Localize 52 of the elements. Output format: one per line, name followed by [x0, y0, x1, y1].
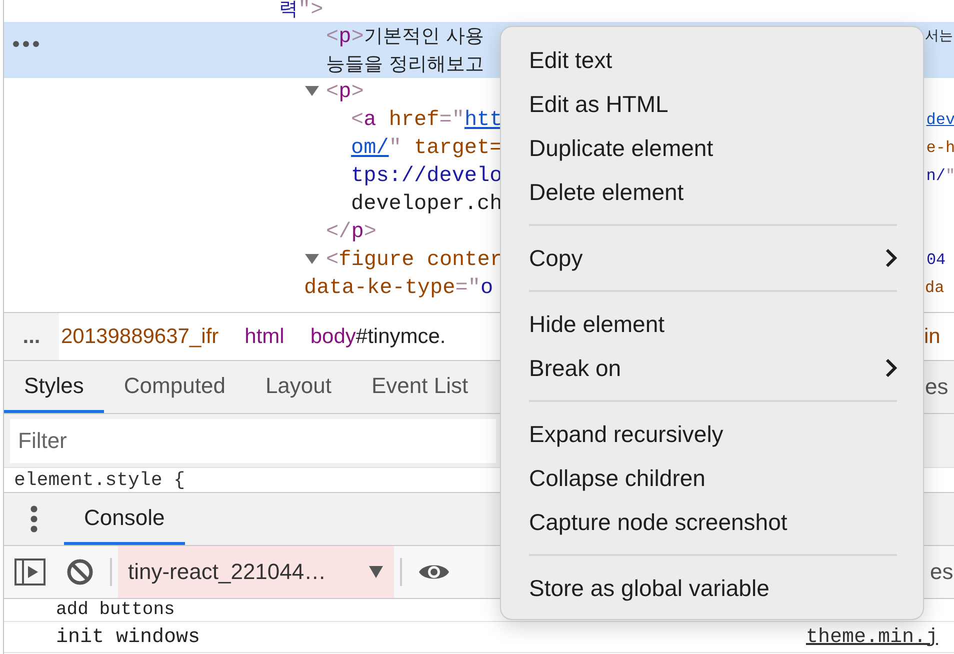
chevron-icon — [885, 358, 897, 378]
code-line: om/" target= — [351, 136, 502, 160]
more-icon — [12, 40, 40, 48]
caret-icon — [368, 565, 384, 579]
code-line: data-ke-type="o — [304, 276, 494, 300]
menu-item[interactable]: Delete element — [501, 170, 923, 214]
tab[interactable]: es — [925, 361, 945, 413]
tab[interactable]: Computed — [104, 361, 246, 413]
tab[interactable]: Layout — [245, 361, 352, 413]
code-line: <p> — [326, 80, 364, 104]
code-line: 서는 — [925, 27, 953, 45]
more-button[interactable]: ... — [4, 313, 59, 360]
block-icon — [66, 558, 94, 586]
breadcrumb[interactable]: 20139889637_ifr — [61, 324, 219, 348]
breadcrumb[interactable]: html — [244, 324, 284, 348]
code-line: 04 — [926, 251, 946, 269]
breadcrumb[interactable]: in — [924, 324, 940, 348]
tab[interactable]: Event List — [352, 361, 488, 413]
menu-item[interactable]: Capture node screenshot — [501, 500, 923, 544]
code-line: <figure conter — [326, 248, 502, 272]
menu-icon — [30, 505, 38, 533]
code-line: <p>기본적인 사용 — [326, 24, 484, 49]
console-message: init windows — [56, 626, 200, 648]
menu-item[interactable]: Hide element — [501, 302, 923, 346]
breadcrumb[interactable]: body#tinymce. — [310, 324, 446, 348]
menu-item[interactable]: Copy — [501, 236, 923, 280]
code-line: n/" — [926, 167, 954, 185]
code-line: e-h — [926, 139, 954, 157]
menu-item[interactable]: Collapse children — [501, 456, 923, 500]
code-line: </p> — [326, 220, 376, 244]
menu-item[interactable]: Expand recursively — [501, 412, 923, 456]
code-line: <a href="htt — [351, 108, 502, 132]
chevron-icon — [885, 248, 897, 268]
link[interactable]: om/ — [351, 136, 389, 160]
context-dropdown[interactable]: tiny-react_221044… — [118, 546, 394, 598]
filter-field[interactable]: Filter — [10, 418, 496, 462]
code-line: tps://develo — [351, 164, 502, 188]
menu-item[interactable]: Duplicate element — [501, 126, 923, 170]
css-rule: element.style { — [14, 468, 186, 492]
code-line: 능들을 정리해보고 — [326, 52, 484, 77]
source-link[interactable]: theme.min.j — [806, 626, 954, 648]
menu-item[interactable]: Store as global variable — [501, 566, 923, 610]
toolbar-label: es — [930, 559, 954, 585]
code-line: 력"> — [279, 0, 324, 22]
sidebar-icon — [14, 558, 46, 586]
menu-item[interactable]: Edit as HTML — [501, 82, 923, 126]
code-line: da — [925, 279, 944, 297]
console-message: add buttons — [56, 600, 175, 620]
menu-item[interactable]: Break on — [501, 346, 923, 390]
code-line: developer.ch — [351, 192, 502, 216]
link[interactable]: htt — [464, 108, 502, 132]
tab[interactable]: Styles — [4, 361, 104, 413]
